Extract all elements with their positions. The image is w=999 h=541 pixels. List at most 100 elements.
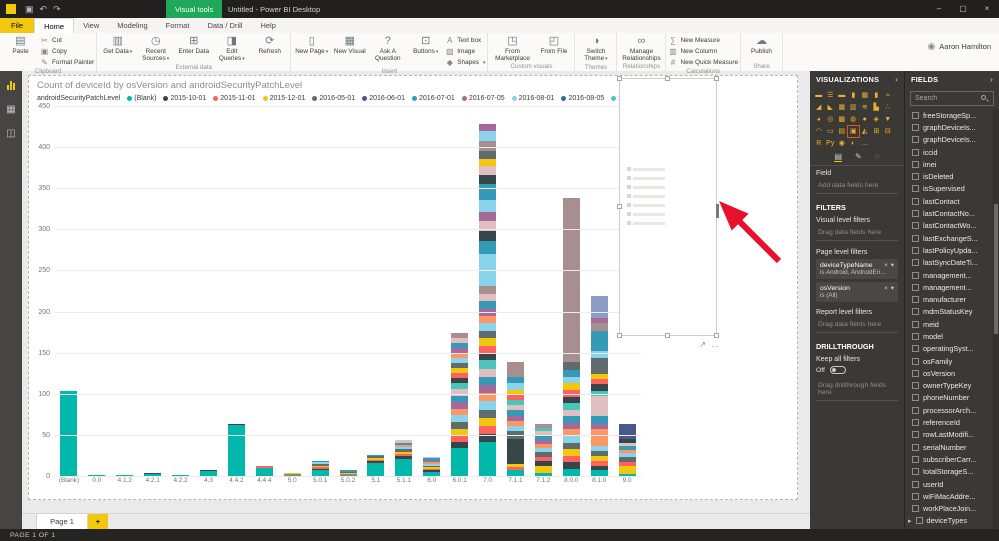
funnel-chart-icon[interactable]: ▼ <box>883 114 894 125</box>
model-view-button[interactable]: ◫ <box>2 123 20 143</box>
field-item[interactable]: isSupervised <box>905 183 993 195</box>
pie-chart-icon[interactable]: ◕ <box>814 114 825 125</box>
legend-item[interactable]: 2015-10-01 <box>163 95 206 102</box>
field-checkbox[interactable] <box>912 210 919 218</box>
refresh-button[interactable]: ⟳ Refresh <box>251 34 288 55</box>
new-page-button[interactable]: ▯ New Page▾ <box>293 34 330 56</box>
resize-handle[interactable] <box>665 333 670 338</box>
fields-scrollbar[interactable] <box>993 109 999 529</box>
get-more-visuals-icon[interactable]: … <box>860 138 871 149</box>
minimize-button[interactable]: – <box>927 0 951 18</box>
slicer-icon[interactable]: ▣ <box>847 124 860 138</box>
switch-theme-button[interactable]: ◑ Switch Theme▾ <box>577 34 614 63</box>
get-data-button[interactable]: ▥ Get Data▾ <box>99 34 136 56</box>
field-item[interactable]: phoneNumber <box>905 392 993 404</box>
legend-item[interactable]: 2016-07-01 <box>412 95 455 102</box>
field-item[interactable]: workPlaceJoin... <box>905 503 993 515</box>
focus-mode-icon[interactable]: ↗ <box>699 340 706 349</box>
r-script-visual-icon[interactable]: R <box>814 138 825 149</box>
field-item[interactable]: imei <box>905 158 993 170</box>
new-page-tab[interactable]: + <box>88 514 108 529</box>
remove-filter-icon[interactable]: × <box>884 285 888 292</box>
gauge-icon[interactable]: ◠ <box>814 126 825 137</box>
close-button[interactable]: × <box>975 0 999 18</box>
field-checkbox[interactable] <box>912 369 919 377</box>
expand-filter-icon[interactable]: ▾ <box>891 261 894 269</box>
field-item[interactable]: subscriberCarr... <box>905 453 993 465</box>
recent-sources-button[interactable]: ◷ Recent Sources▾ <box>137 34 174 63</box>
field-checkbox[interactable] <box>912 136 919 144</box>
undo-icon[interactable]: ↶ <box>40 4 48 15</box>
report-page[interactable]: Count of deviceId by osVersion and andro… <box>28 75 798 500</box>
key-influencers-icon[interactable]: ◐ <box>848 138 859 149</box>
resize-handle[interactable] <box>716 204 719 218</box>
line-and-stacked-column-chart-icon[interactable]: ▦ <box>837 102 848 113</box>
field-item[interactable]: manufacturer <box>905 293 993 305</box>
more-options-icon[interactable]: … <box>711 340 719 349</box>
filter-card-osversion[interactable]: osVersion × ▾ is (All) <box>816 282 898 302</box>
tab-modeling[interactable]: Modeling <box>108 18 156 33</box>
shapes-button[interactable]: ◆ Shapes ▾ <box>445 58 486 67</box>
empty-visual-placeholder[interactable] <box>617 76 719 338</box>
tab-home[interactable]: Home <box>34 18 75 33</box>
report-canvas[interactable]: Count of deviceId by osVersion and andro… <box>22 71 810 529</box>
field-item[interactable]: meid <box>905 318 993 330</box>
map-icon[interactable]: ◍ <box>848 114 859 125</box>
legend-item[interactable]: (Blank) <box>127 95 156 102</box>
report-filter-drop-zone[interactable]: Drag data fields here <box>816 318 898 333</box>
new-column-button[interactable]: ▥ New Column <box>668 47 738 56</box>
table-icon[interactable]: ⊞ <box>871 126 882 137</box>
field-item[interactable]: graphDeviceIs... <box>905 121 993 133</box>
fields-pane-tab-icon[interactable]: ▤ <box>834 152 843 162</box>
legend-item[interactable]: 2015-11-01 <box>213 95 256 102</box>
bar-6.0.1[interactable] <box>451 333 469 477</box>
legend-item[interactable]: 2016-08-01 <box>511 95 554 102</box>
buttons-button[interactable]: ⊡ Buttons▾ <box>407 34 444 56</box>
new-quick-measure-button[interactable]: # New Quick Measure <box>668 58 738 67</box>
scrollbar-thumb[interactable] <box>994 204 998 334</box>
field-item[interactable]: lastContactNo... <box>905 207 993 219</box>
table-checkbox[interactable] <box>915 517 923 525</box>
field-checkbox[interactable] <box>912 492 919 500</box>
format-pane-tab-icon[interactable]: ✎ <box>855 152 862 162</box>
field-item[interactable]: lastExchangeS... <box>905 232 993 244</box>
field-checkbox[interactable] <box>912 431 919 439</box>
field-item[interactable]: operatingSyst... <box>905 343 993 355</box>
bar-5.0.1[interactable] <box>311 460 329 477</box>
report-view-button[interactable] <box>2 75 20 95</box>
field-item[interactable]: isDeleted <box>905 170 993 182</box>
field-checkbox[interactable] <box>912 455 919 463</box>
stacked-bar-chart-icon[interactable]: ▬ <box>814 90 825 101</box>
table-item[interactable]: ▸ deviceTypes <box>905 515 993 527</box>
tab-file[interactable]: File <box>0 18 35 33</box>
card-icon[interactable]: ▭ <box>825 126 836 137</box>
drillthrough-drop-zone[interactable]: Drag drillthrough fields here <box>816 379 898 401</box>
field-checkbox[interactable] <box>912 222 919 230</box>
resize-handle[interactable] <box>714 333 719 338</box>
bar-5.1[interactable] <box>367 454 385 477</box>
python-visual-icon[interactable]: Py <box>825 138 836 149</box>
bar-7.1.1[interactable] <box>506 362 524 477</box>
field-checkbox[interactable] <box>912 419 919 427</box>
100-stacked-bar-chart-icon[interactable]: ▬ <box>837 90 848 101</box>
bar-8.1.0[interactable] <box>590 296 608 477</box>
from-marketplace-button[interactable]: ◳ From Marketplace <box>490 34 534 62</box>
maximize-button[interactable]: ▢ <box>951 0 975 18</box>
bar-(Blank)[interactable] <box>60 390 78 477</box>
tab-data-drill[interactable]: Data / Drill <box>198 18 251 33</box>
save-icon[interactable]: ▣ <box>25 4 34 15</box>
field-checkbox[interactable] <box>912 468 919 476</box>
donut-chart-icon[interactable]: ◎ <box>825 114 836 125</box>
field-checkbox[interactable] <box>912 283 919 291</box>
enter-data-button[interactable]: ⊞ Enter Data <box>175 34 212 55</box>
field-checkbox[interactable] <box>912 394 919 402</box>
field-checkbox[interactable] <box>912 357 919 365</box>
collapse-panel-icon[interactable]: › <box>990 75 993 84</box>
resize-handle[interactable] <box>714 76 719 81</box>
remove-filter-icon[interactable]: × <box>884 262 888 269</box>
ribbon-chart-icon[interactable]: ≋ <box>860 102 871 113</box>
field-item[interactable]: lastSyncDateTi... <box>905 257 993 269</box>
resize-handle[interactable] <box>617 204 622 209</box>
text-box-button[interactable]: A Text box <box>445 36 485 45</box>
data-view-button[interactable]: ▦ <box>2 99 20 119</box>
